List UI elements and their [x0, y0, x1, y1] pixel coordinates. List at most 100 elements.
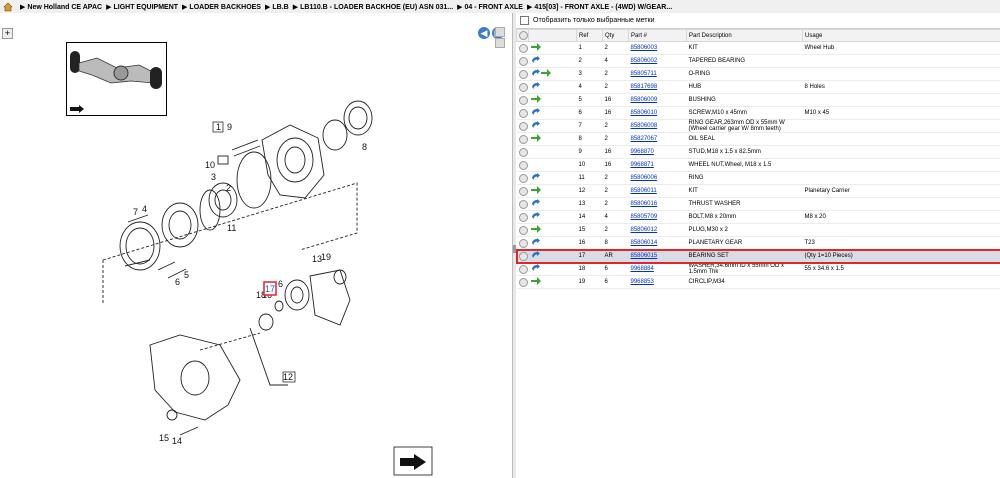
header-select-icon[interactable] [516, 29, 529, 42]
row-select[interactable] [516, 93, 529, 107]
select-circle-icon[interactable] [518, 186, 528, 196]
select-circle-icon[interactable] [518, 160, 528, 170]
row-part-link[interactable]: 9968871 [628, 158, 687, 172]
header-usage[interactable]: Usage [802, 29, 1000, 42]
row-select[interactable] [516, 145, 529, 159]
add-to-cart-icon[interactable] [530, 134, 541, 144]
row-part-link[interactable]: 85806011 [628, 184, 687, 198]
table-row[interactable]: 19 6 9968853 CIRCLIP,M34 [516, 275, 1000, 289]
row-select[interactable] [516, 184, 529, 198]
select-circle-icon[interactable] [518, 251, 528, 261]
select-circle-icon[interactable] [518, 56, 528, 66]
select-circle-icon[interactable] [518, 121, 528, 131]
select-circle-icon[interactable] [518, 238, 528, 248]
info-link-icon[interactable] [531, 56, 540, 66]
add-to-cart-icon[interactable] [530, 95, 541, 105]
home-icon[interactable] [3, 2, 13, 12]
row-part-link[interactable]: 85806009 [628, 93, 687, 107]
table-row[interactable]: 16 8 85806014 PLANETARY GEAR T23 [516, 236, 1000, 250]
add-to-cart-icon[interactable] [530, 225, 541, 235]
row-select[interactable] [516, 106, 529, 120]
header-qty[interactable]: Qty [602, 29, 629, 42]
select-circle-icon[interactable] [518, 264, 528, 274]
table-row[interactable]: 11 2 85806006 RING [516, 171, 1000, 185]
add-to-cart-icon[interactable] [541, 69, 552, 79]
table-row[interactable]: 12 2 85806011 KIT Planetary Carrier [516, 184, 1000, 198]
row-part-link[interactable]: 9968870 [628, 145, 687, 159]
row-part-link[interactable]: 85806014 [628, 236, 687, 250]
table-row[interactable]: 17 AR 85806015 BEARING SET (Qty 1=10 Pieces) [515, 248, 1000, 264]
breadcrumb-item[interactable]: 04 - FRONT AXLE [465, 4, 523, 11]
row-select[interactable] [516, 80, 529, 94]
info-link-icon[interactable] [531, 69, 540, 79]
row-select[interactable] [516, 67, 529, 81]
row-part-link[interactable]: 85805711 [628, 67, 687, 81]
row-select[interactable] [516, 171, 529, 185]
info-link-icon[interactable] [531, 121, 540, 131]
row-part-link[interactable]: 85817698 [628, 80, 687, 94]
select-circle-icon[interactable] [518, 69, 528, 79]
info-link-icon[interactable] [531, 212, 540, 222]
row-part-link[interactable]: 9968884 [628, 262, 687, 276]
table-row[interactable]: 4 2 85817698 HUB 8 Holes [516, 80, 1000, 94]
info-link-icon[interactable] [531, 251, 540, 261]
table-row[interactable]: 3 2 85805711 O-RING [516, 67, 1000, 81]
info-link-icon[interactable] [531, 264, 540, 274]
table-row[interactable]: 6 16 85806010 SCREW,M10 x 45mm M10 x 45 [516, 106, 1000, 120]
select-circle-icon[interactable] [518, 173, 528, 183]
select-circle-icon[interactable] [518, 199, 528, 209]
select-circle-icon[interactable] [518, 95, 528, 105]
header-desc[interactable]: Part Description [686, 29, 803, 42]
row-part-link[interactable]: 85827067 [628, 132, 687, 146]
row-select[interactable] [516, 158, 529, 172]
row-select[interactable] [516, 249, 529, 263]
breadcrumb-item[interactable]: New Holland CE APAC [27, 4, 102, 11]
table-row[interactable]: 14 4 85805709 BOLT,M8 x 20mm M8 x 20 [516, 210, 1000, 224]
info-link-icon[interactable] [531, 199, 540, 209]
table-row[interactable]: 2 4 85806002 TAPERED BEARING [516, 54, 1000, 68]
row-select[interactable] [516, 236, 529, 250]
show-selected-checkbox[interactable] [520, 16, 529, 25]
row-part-link[interactable]: 85806006 [628, 171, 687, 185]
row-select[interactable] [516, 132, 529, 146]
row-part-link[interactable]: 9968853 [628, 275, 687, 289]
row-select[interactable] [516, 119, 529, 133]
tool-icon[interactable] [495, 27, 505, 37]
row-select[interactable] [516, 262, 529, 276]
breadcrumb-item[interactable]: LOADER BACKHOES [189, 4, 261, 11]
select-circle-icon[interactable] [518, 82, 528, 92]
select-circle-icon[interactable] [518, 134, 528, 144]
row-part-link[interactable]: 85806003 [628, 41, 687, 55]
row-select[interactable] [516, 197, 529, 211]
row-part-link[interactable]: 85806016 [628, 197, 687, 211]
breadcrumb-item[interactable]: LIGHT EQUIPMENT [113, 4, 178, 11]
info-link-icon[interactable] [531, 173, 540, 183]
table-row[interactable]: 7 2 85806008 RING GEAR,263mm OD x 55mm W (W… [516, 119, 1000, 133]
table-row[interactable]: 9 16 9968870 STUD,M18 x 1.5 x 82.5mm [516, 145, 1000, 159]
table-row[interactable]: 15 2 85806012 PLUG,M30 x 2 [516, 223, 1000, 237]
breadcrumb-item[interactable]: LB.B [272, 4, 288, 11]
header-ref[interactable]: Ref [576, 29, 603, 42]
table-row[interactable]: 18 6 9968884 WASHER,34.6mm ID x 55mm OD x 1… [516, 262, 1000, 276]
table-row[interactable]: 5 16 85806009 BUSHING [516, 93, 1000, 107]
add-to-cart-icon[interactable] [530, 186, 541, 196]
select-circle-icon[interactable] [518, 43, 528, 53]
info-link-icon[interactable] [531, 82, 540, 92]
add-to-cart-icon[interactable] [530, 277, 541, 287]
select-circle-icon[interactable] [518, 212, 528, 222]
table-row[interactable]: 13 2 85806016 THRUST WASHER [516, 197, 1000, 211]
row-part-link[interactable]: 85806010 [628, 106, 687, 120]
prev-diagram-button[interactable]: ◀ [478, 27, 490, 39]
table-row[interactable]: 1 2 85806003 KIT Wheel Hub [516, 41, 1000, 55]
select-circle-icon[interactable] [518, 147, 528, 157]
row-select[interactable] [516, 210, 529, 224]
row-select[interactable] [516, 275, 529, 289]
info-link-icon[interactable] [531, 108, 540, 118]
breadcrumb-item[interactable]: 415[03] - FRONT AXLE - (4WD) W/GEAR... [534, 4, 672, 11]
info-link-icon[interactable] [531, 238, 540, 248]
row-part-link[interactable]: 85806008 [628, 119, 687, 133]
row-select[interactable] [516, 223, 529, 237]
row-select[interactable] [516, 41, 529, 55]
select-circle-icon[interactable] [518, 225, 528, 235]
row-part-link[interactable]: 85805709 [628, 210, 687, 224]
